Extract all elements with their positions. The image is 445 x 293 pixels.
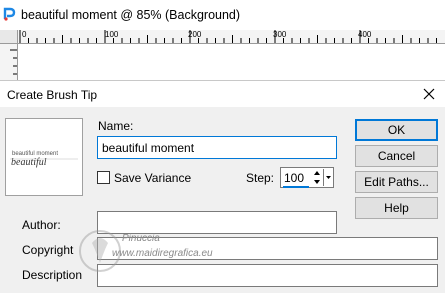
brush-preview-image: beautiful moment beautiful xyxy=(10,151,78,168)
watermark-url: www.maidiregrafica.eu xyxy=(112,248,213,259)
document-titlebar: beautiful moment @ 85% (Background) xyxy=(0,0,445,30)
name-input[interactable]: beautiful moment xyxy=(97,136,337,159)
ok-button[interactable]: OK xyxy=(355,119,438,141)
horizontal-ruler[interactable]: 0 100 200 300 400 xyxy=(0,30,445,44)
ruler-label: 200 xyxy=(188,30,202,39)
spin-up-icon[interactable] xyxy=(312,169,322,177)
help-button[interactable]: Help xyxy=(355,197,438,219)
spin-down-icon[interactable] xyxy=(312,178,322,186)
step-input[interactable]: 100 xyxy=(280,167,334,188)
ruler-label: 0 xyxy=(22,30,27,39)
step-label: Step: xyxy=(246,171,275,185)
close-icon[interactable] xyxy=(420,85,438,103)
cancel-button[interactable]: Cancel xyxy=(355,145,438,167)
name-label: Name: xyxy=(98,119,134,133)
document-canvas[interactable] xyxy=(18,44,445,80)
dialog-title: Create Brush Tip xyxy=(7,88,98,102)
ruler-ticks xyxy=(19,30,437,43)
step-focus-underline xyxy=(283,186,309,188)
save-variance-checkbox[interactable] xyxy=(97,171,110,184)
create-brush-tip-dialog: Create Brush Tip beautiful moment beauti… xyxy=(0,80,445,293)
preview-text-script: beautiful xyxy=(11,157,47,168)
vertical-ruler-ticks xyxy=(10,49,17,75)
ruler-label: 100 xyxy=(105,30,119,39)
paintshop-app-icon xyxy=(2,7,16,21)
ruler-label: 400 xyxy=(358,30,372,39)
ruler-corner xyxy=(0,30,18,43)
vertical-ruler[interactable] xyxy=(0,44,18,80)
chevron-down-icon[interactable] xyxy=(323,169,333,186)
ruler-label: 300 xyxy=(273,30,287,39)
step-value: 100 xyxy=(284,171,305,185)
document-title: beautiful moment @ 85% (Background) xyxy=(21,8,241,22)
name-value: beautiful moment xyxy=(102,141,195,155)
dialog-titlebar: Create Brush Tip xyxy=(0,81,445,107)
edit-paths-button[interactable]: Edit Paths... xyxy=(355,171,438,193)
save-variance-label[interactable]: Save Variance xyxy=(114,171,191,185)
author-label: Author: xyxy=(22,218,61,232)
brush-preview: beautiful moment beautiful xyxy=(5,118,83,196)
watermark-name: Pinuccia xyxy=(122,233,160,244)
